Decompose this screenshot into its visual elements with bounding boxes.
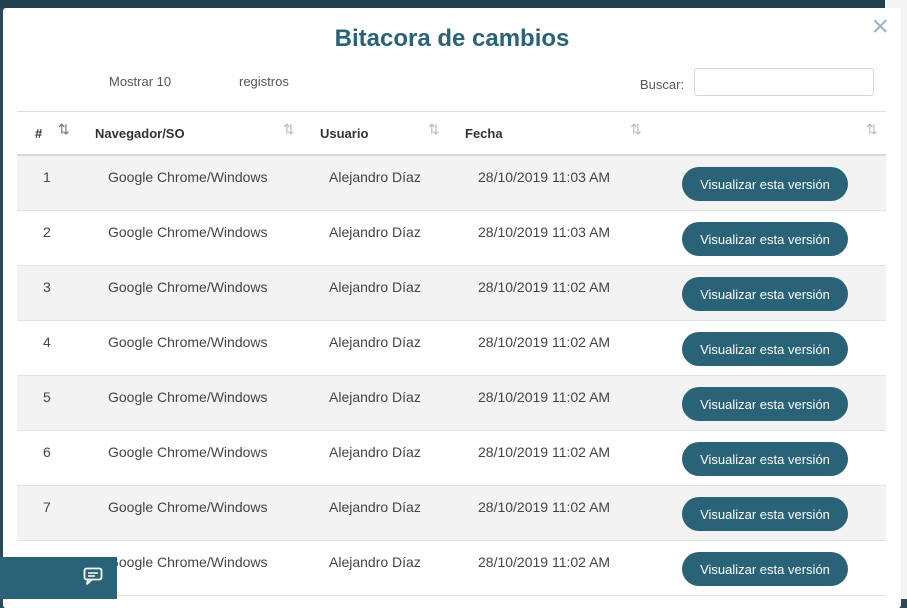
row-date: 28/10/2019 11:02 AM: [478, 554, 611, 570]
view-version-button[interactable]: Visualizar esta versión: [682, 387, 848, 421]
row-user: Alejandro Díaz: [329, 279, 421, 295]
records-label: registros: [239, 74, 289, 89]
row-user: Alejandro Díaz: [329, 499, 421, 515]
changelog-table: # ⇅ Navegador/SO ⇅ Usuario ⇅ Fecha ⇅ ⇅ 1…: [17, 111, 886, 596]
table-row: 6 Google Chrome/Windows Alejandro Díaz 2…: [17, 431, 886, 486]
table-row: 1 Google Chrome/Windows Alejandro Díaz 2…: [17, 156, 886, 211]
row-number: 3: [43, 279, 51, 295]
row-date: 28/10/2019 11:02 AM: [478, 279, 611, 295]
chat-icon[interactable]: [83, 567, 105, 587]
column-header-number[interactable]: #: [35, 126, 42, 141]
row-browser: Google Chrome/Windows: [108, 169, 268, 185]
row-browser: Google Chrome/Windows: [108, 334, 268, 350]
row-date: 28/10/2019 11:02 AM: [478, 499, 611, 515]
view-version-button[interactable]: Visualizar esta versión: [682, 497, 848, 531]
row-browser: Google Chrome/Windows: [108, 554, 268, 570]
column-header-date[interactable]: Fecha: [465, 126, 503, 141]
table-row: 5 Google Chrome/Windows Alejandro Díaz 2…: [17, 376, 886, 431]
search-label: Buscar:: [640, 77, 685, 92]
table-row: 8 Google Chrome/Windows Alejandro Díaz 2…: [17, 541, 886, 596]
row-browser: Google Chrome/Windows: [108, 444, 268, 460]
sort-icon[interactable]: ⇅: [283, 121, 295, 138]
sort-icon[interactable]: ⇅: [428, 121, 440, 138]
row-user: Alejandro Díaz: [329, 389, 421, 405]
table-header: # ⇅ Navegador/SO ⇅ Usuario ⇅ Fecha ⇅ ⇅: [17, 111, 886, 156]
table-row: 2 Google Chrome/Windows Alejandro Díaz 2…: [17, 211, 886, 266]
row-browser: Google Chrome/Windows: [108, 279, 268, 295]
row-user: Alejandro Díaz: [329, 169, 421, 185]
view-version-button[interactable]: Visualizar esta versión: [682, 552, 848, 586]
sort-icon[interactable]: ⇅: [866, 121, 878, 138]
row-number: 7: [43, 499, 51, 515]
row-number: 1: [43, 169, 51, 185]
chat-widget[interactable]: [0, 557, 117, 599]
view-version-button[interactable]: Visualizar esta versión: [682, 442, 848, 476]
row-date: 28/10/2019 11:02 AM: [478, 389, 611, 405]
table-row: 7 Google Chrome/Windows Alejandro Díaz 2…: [17, 486, 886, 541]
row-browser: Google Chrome/Windows: [108, 499, 268, 515]
row-number: 4: [43, 334, 51, 350]
table-row: 4 Google Chrome/Windows Alejandro Díaz 2…: [17, 321, 886, 376]
close-icon[interactable]: ×: [871, 12, 889, 42]
table-row: 3 Google Chrome/Windows Alejandro Díaz 2…: [17, 266, 886, 321]
view-version-button[interactable]: Visualizar esta versión: [682, 167, 848, 201]
row-user: Alejandro Díaz: [329, 334, 421, 350]
column-header-browser[interactable]: Navegador/SO: [95, 126, 185, 141]
row-date: 28/10/2019 11:03 AM: [478, 169, 611, 185]
row-user: Alejandro Díaz: [329, 224, 421, 240]
view-version-button[interactable]: Visualizar esta versión: [682, 277, 848, 311]
row-browser: Google Chrome/Windows: [108, 224, 268, 240]
row-date: 28/10/2019 11:03 AM: [478, 224, 611, 240]
row-date: 28/10/2019 11:02 AM: [478, 444, 611, 460]
sort-asc-icon[interactable]: ⇅: [58, 121, 70, 138]
search-input[interactable]: [694, 68, 874, 96]
column-header-user[interactable]: Usuario: [320, 126, 368, 141]
view-version-button[interactable]: Visualizar esta versión: [682, 222, 848, 256]
row-number: 2: [43, 224, 51, 240]
view-version-button[interactable]: Visualizar esta versión: [682, 332, 848, 366]
page-background-top: [0, 0, 907, 8]
row-browser: Google Chrome/Windows: [108, 389, 268, 405]
show-entries-label: Mostrar 10: [109, 74, 172, 89]
row-user: Alejandro Díaz: [329, 444, 421, 460]
sort-icon[interactable]: ⇅: [630, 121, 642, 138]
row-number: 6: [43, 444, 51, 460]
modal-title: Bitacora de cambios: [334, 25, 570, 52]
row-number: 5: [43, 389, 51, 405]
row-user: Alejandro Díaz: [329, 554, 421, 570]
changelog-modal: Bitacora de cambios × Mostrar 10 registr…: [3, 8, 901, 608]
row-date: 28/10/2019 11:02 AM: [478, 334, 611, 350]
